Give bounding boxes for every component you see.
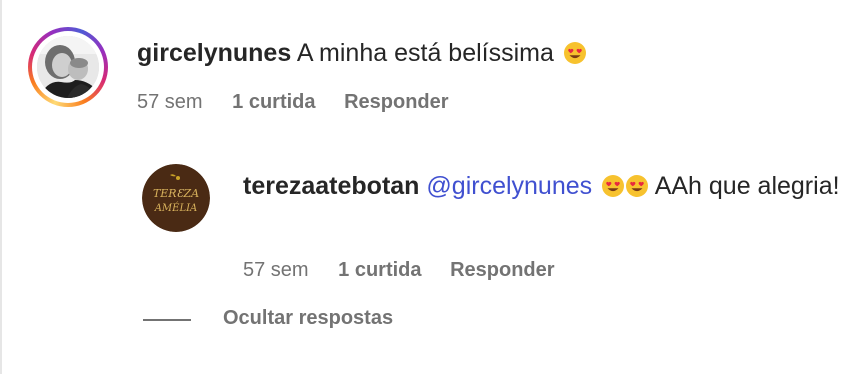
svg-text:TERƐZA: TERƐZA	[153, 187, 199, 200]
avatar-photo	[37, 36, 99, 98]
hide-replies-line	[143, 319, 191, 321]
comments-panel: gircelynunes A minha está belíssima 57 s…	[0, 0, 852, 374]
reply-reply-button[interactable]: Responder	[450, 257, 554, 283]
reply-time[interactable]: 57 sem	[243, 257, 309, 283]
reply-meta: 57 sem 1 curtida Responder	[243, 257, 555, 283]
commenter-avatar[interactable]	[28, 27, 108, 107]
tereza-amelia-logo: TERƐZA AMÉLIA	[142, 164, 210, 232]
avatar-photo-image	[37, 36, 99, 98]
comment-text: A minha está belíssima	[296, 39, 554, 67]
comment-username[interactable]: gircelynunes	[137, 39, 291, 67]
reply-username[interactable]: terezaatebotan	[243, 172, 419, 200]
comment-likes-button[interactable]: 1 curtida	[232, 89, 315, 115]
svg-text:AMÉLIA: AMÉLIA	[154, 202, 198, 214]
reply-mention-link[interactable]: @gircelynunes	[426, 172, 592, 200]
heart-eyes-emoji-icon	[626, 175, 649, 197]
comment-time[interactable]: 57 sem	[137, 89, 203, 115]
reply-text: AAh que alegria!	[654, 172, 840, 200]
reply-avatar[interactable]: TERƐZA AMÉLIA	[142, 164, 210, 232]
heart-eyes-emoji-icon	[563, 42, 586, 64]
comment-body: gircelynunes A minha está belíssima	[137, 36, 587, 70]
avatar-ring-gap	[32, 31, 104, 103]
reply-body: terezaatebotan @gircelynunes AAh que ale…	[243, 169, 843, 204]
comment-reply-button[interactable]: Responder	[344, 89, 448, 115]
heart-eyes-emoji-icon	[602, 175, 625, 197]
reply-likes-button[interactable]: 1 curtida	[338, 257, 421, 283]
panel-divider	[0, 0, 2, 374]
comment-meta: 57 sem 1 curtida Responder	[137, 89, 449, 115]
hide-replies-button[interactable]: Ocultar respostas	[223, 305, 393, 331]
